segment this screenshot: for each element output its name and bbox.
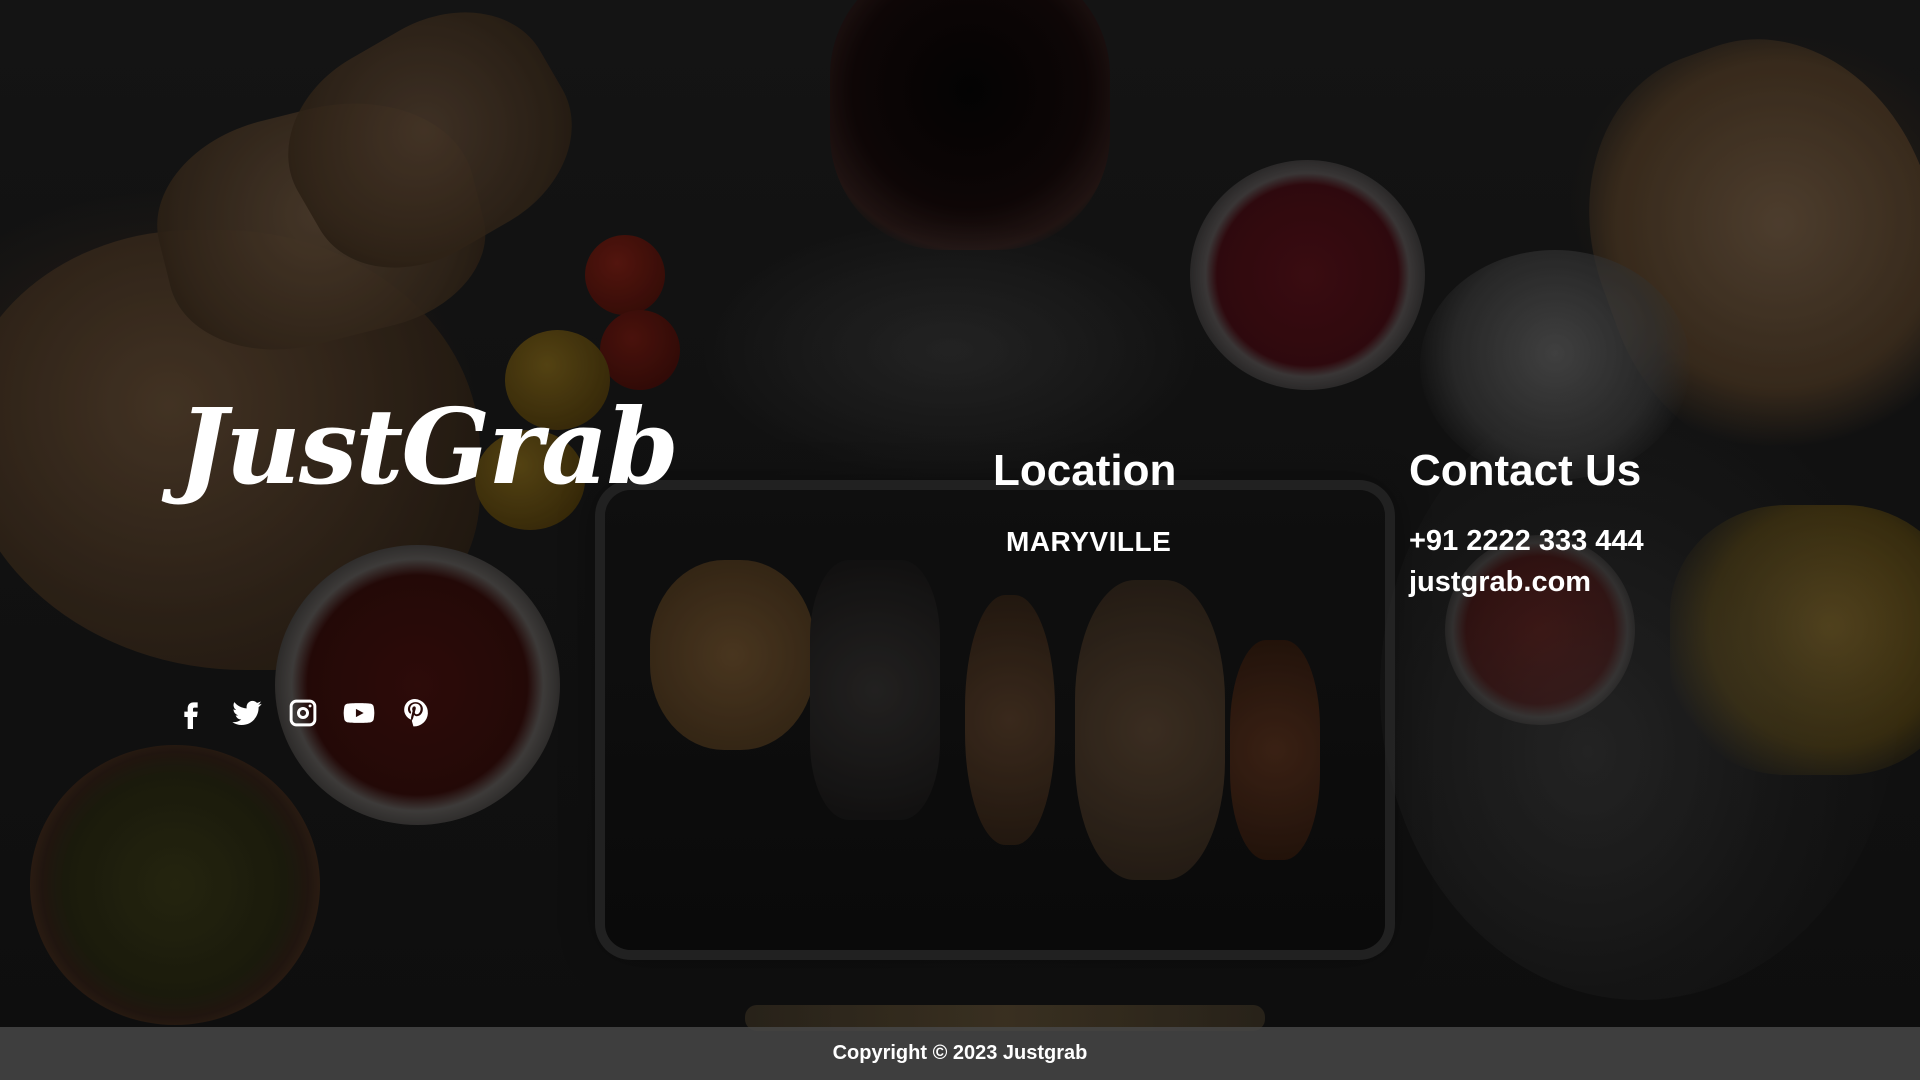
contact-website-link[interactable]: justgrab.com bbox=[1409, 566, 1591, 599]
footer-page: JustGrab Location MARYVILLE Contact Us +… bbox=[0, 0, 1920, 1080]
facebook-icon[interactable] bbox=[174, 696, 208, 730]
location-city: MARYVILLE bbox=[1006, 526, 1172, 557]
social-links bbox=[174, 696, 432, 730]
youtube-icon[interactable] bbox=[342, 696, 376, 730]
contact-heading: Contact Us bbox=[1409, 446, 1642, 495]
copyright-text: Copyright © 2023 Justgrab bbox=[832, 1042, 1088, 1064]
location-heading: Location bbox=[993, 446, 1177, 495]
contact-phone-link[interactable]: +91 2222 333 444 bbox=[1409, 525, 1644, 558]
copyright-bar: Copyright © 2023 Justgrab bbox=[0, 1027, 1920, 1080]
pinterest-icon[interactable] bbox=[398, 696, 432, 730]
instagram-icon[interactable] bbox=[286, 696, 320, 730]
twitter-icon[interactable] bbox=[230, 696, 264, 730]
brand-logo[interactable]: JustGrab bbox=[178, 395, 679, 499]
